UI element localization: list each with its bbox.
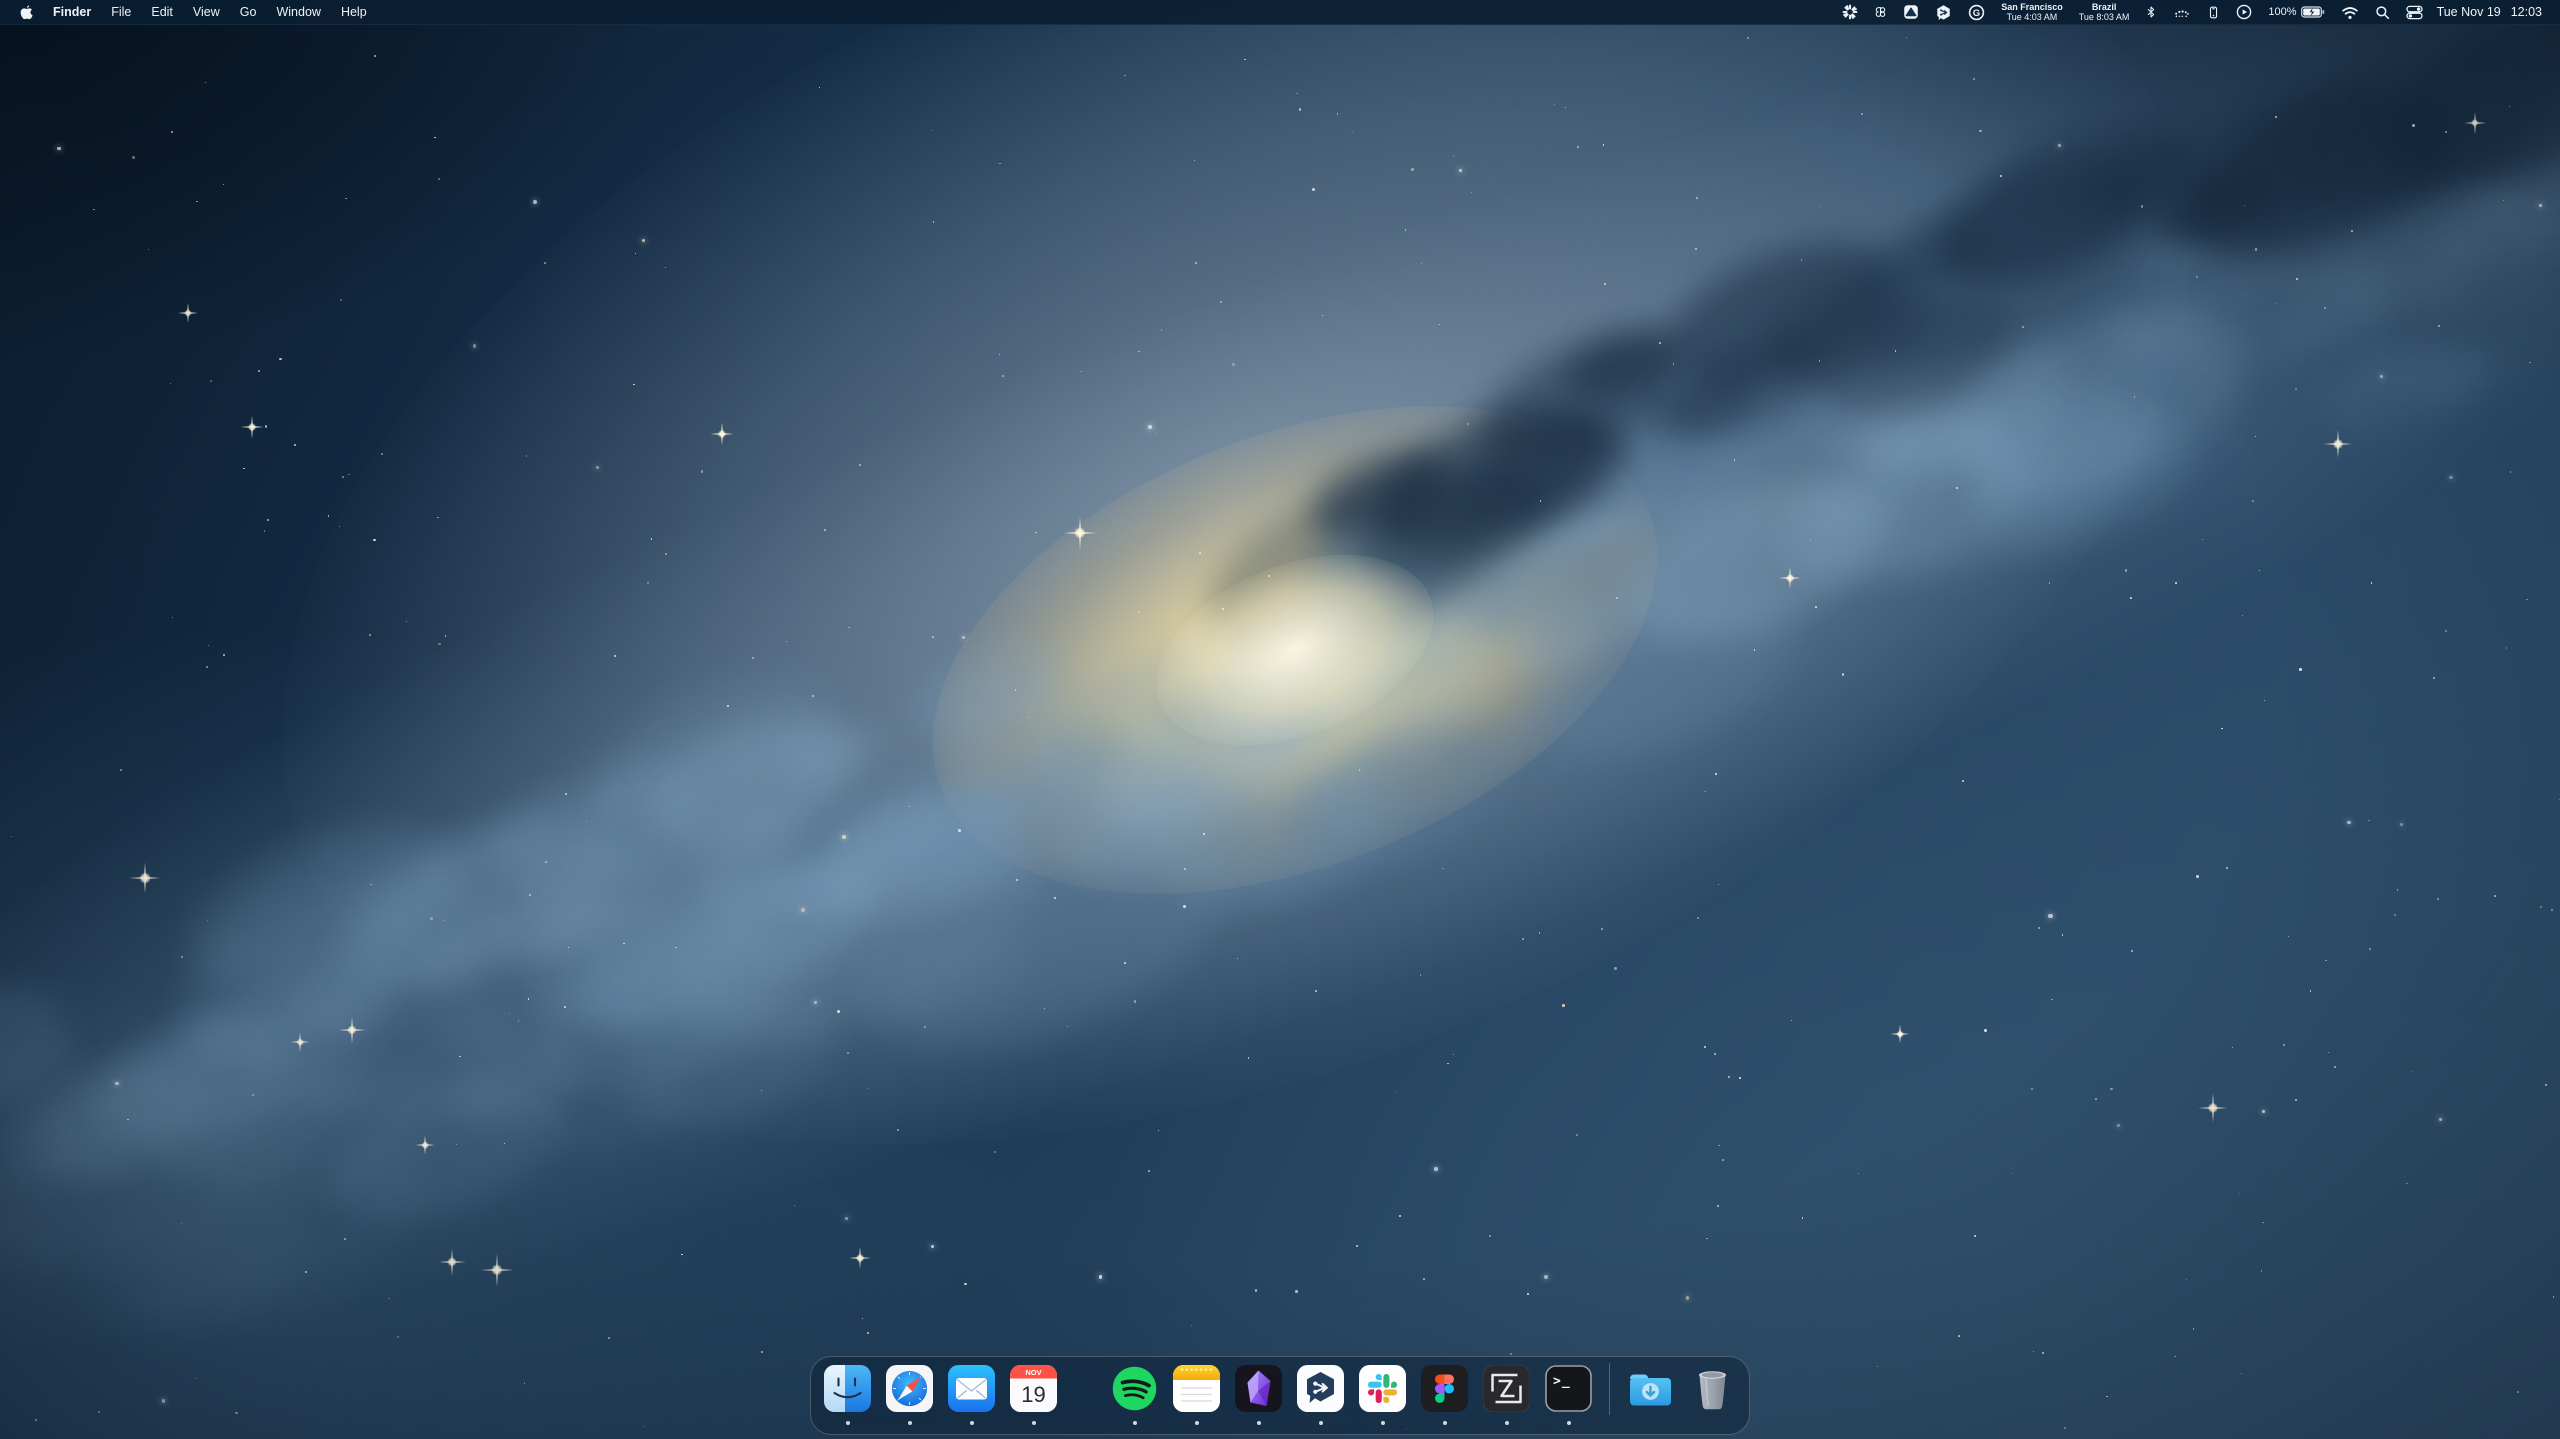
bluetooth-icon <box>2149 7 2154 17</box>
running-indicator <box>1032 1421 1036 1425</box>
dock-zed[interactable] <box>1483 1365 1530 1412</box>
trash-icon <box>1689 1365 1736 1412</box>
mail-icon <box>948 1365 995 1412</box>
menu-bar-time: 12:03 <box>2511 5 2542 19</box>
dock-obsidian[interactable] <box>1235 1365 1282 1412</box>
running-indicator <box>1443 1421 1447 1425</box>
svg-text:19: 19 <box>1021 1382 1045 1407</box>
dock-figma[interactable] <box>1421 1365 1468 1412</box>
menu-view[interactable]: View <box>183 0 230 24</box>
battery-charging-icon <box>2301 5 2325 19</box>
scattered-dots-menu-item[interactable] <box>2165 0 2199 24</box>
menu-file[interactable]: File <box>101 0 141 24</box>
menu-bar-status: G San Francisco Tue 4:03 AM Brazil Tue 8… <box>1834 0 2548 24</box>
dock-safari[interactable] <box>886 1365 933 1412</box>
running-indicator <box>846 1421 850 1425</box>
control-center-menu-item[interactable] <box>2398 0 2431 24</box>
apple-menu[interactable] <box>14 0 43 24</box>
notes-icon <box>1173 1365 1220 1412</box>
dock-terminal[interactable]: >_ <box>1545 1365 1592 1412</box>
slack-icon <box>1359 1365 1406 1412</box>
obsidian-icon <box>1235 1365 1282 1412</box>
iphone-mirroring-icon <box>2211 7 2217 18</box>
wallpaper-effects <box>0 0 2560 1439</box>
menu-bar: Finder File Edit View Go Window Help <box>0 0 2560 25</box>
now-playing-icon <box>2238 5 2251 18</box>
menu-bar-clock[interactable]: Tue Nov 19 12:03 <box>2431 5 2548 19</box>
menu-bar-left: Finder File Edit View Go Window Help <box>14 0 377 24</box>
running-indicator <box>1257 1421 1261 1425</box>
desktop-wallpaper <box>0 0 2560 1439</box>
running-indicator <box>970 1421 974 1425</box>
terminal-icon: >_ <box>1545 1365 1592 1412</box>
spotlight-search-icon <box>2377 7 2388 18</box>
iphone-mirroring-menu-item[interactable] <box>2199 0 2228 24</box>
now-playing-menu-item[interactable] <box>2228 0 2260 24</box>
finder-icon <box>824 1365 871 1412</box>
running-indicator <box>1319 1421 1323 1425</box>
apple-icon <box>20 4 33 20</box>
wifi-menu-item[interactable] <box>2333 0 2367 24</box>
world-clock-brazil[interactable]: Brazil Tue 8:03 AM <box>2071 2 2138 22</box>
svg-text:G: G <box>1973 8 1980 19</box>
running-indicator <box>1567 1421 1571 1425</box>
battery-menu-item[interactable]: 100% <box>2260 5 2332 19</box>
spotlight-menu-item[interactable] <box>2367 0 2398 24</box>
running-indicator <box>1133 1421 1137 1425</box>
figma-menu-icon[interactable] <box>1866 0 1895 24</box>
triangle-app-menu-icon[interactable] <box>1895 0 1927 24</box>
downloads-folder-icon <box>1627 1365 1674 1412</box>
zed-icon <box>1483 1365 1530 1412</box>
dock-calendar[interactable]: NOV 19 <box>1010 1365 1057 1412</box>
hexagon-share-app-menu-icon[interactable] <box>1927 0 1960 24</box>
dock: NOV 19 <box>810 1356 1750 1435</box>
bluetooth-menu-item[interactable] <box>2137 0 2165 24</box>
menu-bar-date: Tue Nov 19 <box>2437 5 2501 19</box>
running-indicator <box>908 1421 912 1425</box>
dock-mail[interactable] <box>948 1365 995 1412</box>
vignette <box>0 0 2560 1439</box>
control-center-icon <box>2407 6 2422 18</box>
g-circle-menu-icon[interactable]: G <box>1960 0 1993 24</box>
menu-window[interactable]: Window <box>266 0 330 24</box>
desktop: Finder File Edit View Go Window Help <box>0 0 2560 1439</box>
menu-help[interactable]: Help <box>331 0 377 24</box>
svg-text:>_: >_ <box>1553 1374 1571 1389</box>
running-indicator <box>1195 1421 1199 1425</box>
dock-hexagon-share-app[interactable] <box>1297 1365 1344 1412</box>
world-clock-city: Brazil <box>2079 2 2130 12</box>
running-indicator <box>1381 1421 1385 1425</box>
scattered-dots-icon <box>2176 10 2190 17</box>
menu-edit[interactable]: Edit <box>141 0 183 24</box>
spotify-icon <box>1111 1365 1158 1412</box>
dock-notes[interactable] <box>1173 1365 1220 1412</box>
world-clock-time: Tue 8:03 AM <box>2079 12 2130 22</box>
safari-icon <box>886 1365 933 1412</box>
figma-icon <box>1421 1365 1468 1412</box>
sunburst-menu-icon[interactable] <box>1834 0 1866 24</box>
dock-downloads[interactable] <box>1627 1365 1674 1412</box>
menu-finder[interactable]: Finder <box>43 0 101 24</box>
dock-spotify[interactable] <box>1111 1365 1158 1412</box>
dock-trash[interactable] <box>1689 1365 1736 1412</box>
dock-divider <box>1609 1363 1610 1415</box>
calendar-icon: NOV 19 <box>1010 1365 1057 1412</box>
dock-finder[interactable] <box>824 1365 871 1412</box>
svg-text:NOV: NOV <box>1025 1368 1041 1377</box>
battery-percent: 100% <box>2268 6 2296 18</box>
wifi-icon <box>2343 8 2357 19</box>
world-clock-time: Tue 4:03 AM <box>2001 12 2063 22</box>
menu-go[interactable]: Go <box>230 0 267 24</box>
world-clock-san-francisco[interactable]: San Francisco Tue 4:03 AM <box>1993 2 2071 22</box>
world-clock-city: San Francisco <box>2001 2 2063 12</box>
dock-slack[interactable] <box>1359 1365 1406 1412</box>
running-indicator <box>1505 1421 1509 1425</box>
hexagon-share-app-icon <box>1297 1365 1344 1412</box>
dock-spacer <box>1072 1365 1096 1412</box>
